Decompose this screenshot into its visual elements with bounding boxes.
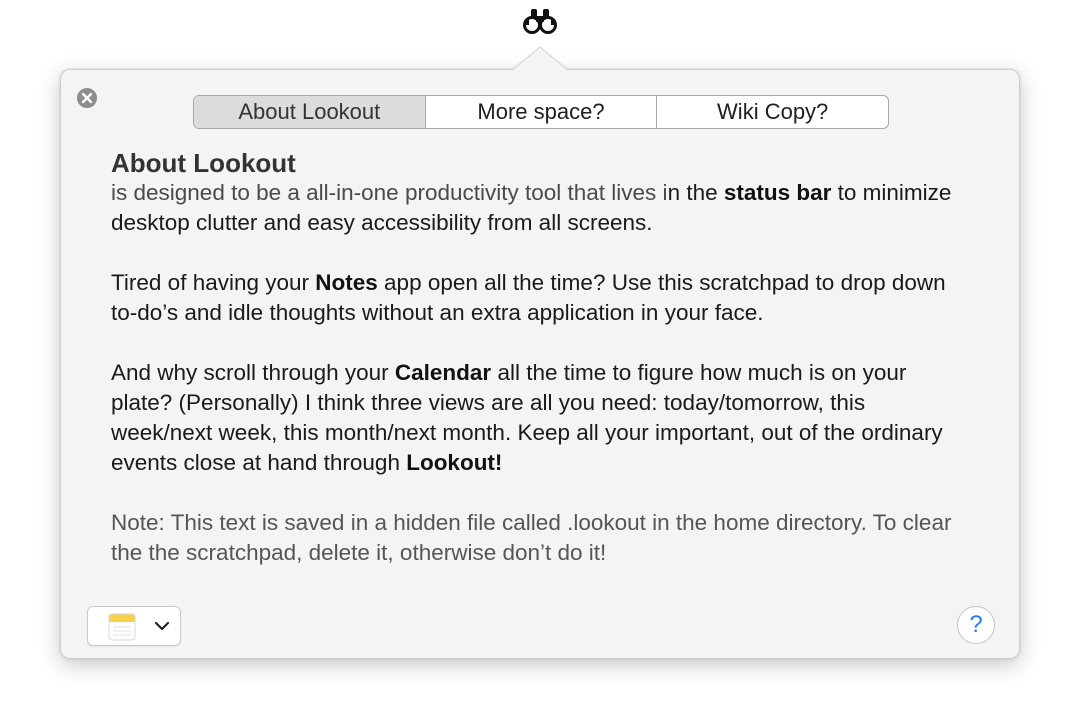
note-text: Note: This text is saved in a hidden fil… bbox=[111, 510, 952, 565]
tab-more-space[interactable]: More space? bbox=[424, 96, 657, 128]
paragraph-notes: Tired of having your Notes app open all … bbox=[111, 268, 971, 328]
tab-wiki-copy[interactable]: Wiki Copy? bbox=[656, 96, 888, 128]
tab-about-lookout[interactable]: About Lookout bbox=[194, 96, 425, 128]
notes-emphasis: Notes bbox=[315, 270, 378, 295]
calendar-emphasis: Calendar bbox=[394, 360, 492, 385]
page-title: About Lookout bbox=[111, 148, 296, 178]
binoculars-icon[interactable] bbox=[522, 6, 558, 36]
help-button[interactable]: ? bbox=[957, 606, 995, 644]
chevron-down-icon bbox=[154, 621, 170, 631]
about-content: About Lookout is designed to be a all-in… bbox=[111, 148, 971, 598]
lookout-emphasis: Lookout! bbox=[406, 450, 503, 475]
paragraph-calendar: And why scroll through your Calendar all… bbox=[111, 358, 971, 478]
app-selector-popup[interactable] bbox=[87, 606, 181, 646]
popover-arrow bbox=[512, 46, 568, 71]
calendar-text-a: And why scroll through your bbox=[111, 360, 395, 385]
paragraph-intro: is designed to be a all-in-one productiv… bbox=[111, 178, 971, 238]
intro-text-a: is designed to be a all-in-one productiv… bbox=[111, 180, 668, 205]
tab-segmented-control: About Lookout More space? Wiki Copy? bbox=[193, 95, 889, 129]
notes-app-icon bbox=[108, 613, 136, 641]
lookout-popover: About Lookout More space? Wiki Copy? Abo… bbox=[60, 69, 1020, 659]
intro-text-b: n the bbox=[667, 180, 724, 205]
screen: About Lookout More space? Wiki Copy? Abo… bbox=[0, 0, 1080, 728]
status-bar-emphasis: status bar bbox=[723, 180, 832, 205]
notes-text-a: Tired of having your bbox=[111, 270, 316, 295]
close-icon[interactable] bbox=[77, 88, 97, 108]
